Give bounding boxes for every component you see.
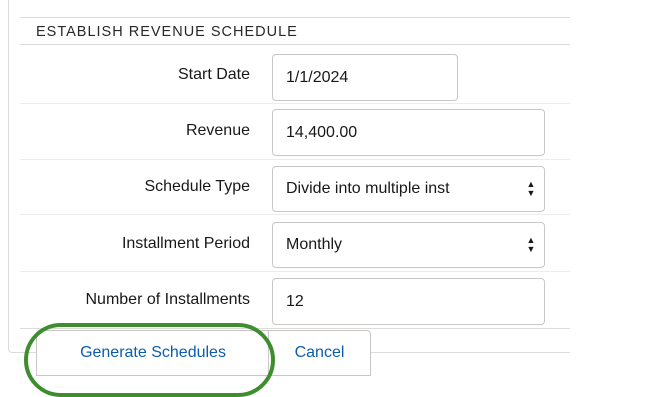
installment-period-label: Installment Period bbox=[121, 235, 250, 252]
select-stepper-icon: ▲ ▼ bbox=[526, 179, 536, 198]
revenue-label: Revenue bbox=[185, 122, 250, 139]
row-divider bbox=[20, 103, 570, 104]
top-divider bbox=[20, 17, 570, 18]
select-stepper-icon: ▲ ▼ bbox=[526, 235, 536, 254]
installment-period-select[interactable]: Monthly ▲ ▼ bbox=[272, 222, 545, 268]
footer-divider bbox=[20, 328, 570, 329]
row-divider bbox=[20, 214, 570, 215]
start-date-label: Start Date bbox=[177, 66, 250, 83]
number-of-installments-value: 12 bbox=[286, 292, 304, 310]
number-of-installments-label: Number of Installments bbox=[85, 291, 250, 308]
start-date-value: 1/1/2024 bbox=[286, 68, 349, 86]
row-divider bbox=[20, 271, 570, 272]
number-of-installments-input[interactable]: 12 bbox=[272, 278, 545, 325]
revenue-value: 14,400.00 bbox=[286, 123, 358, 141]
section-title: ESTABLISH REVENUE SCHEDULE bbox=[36, 24, 298, 40]
cancel-button[interactable]: Cancel bbox=[268, 330, 371, 376]
header-divider bbox=[20, 44, 570, 45]
installment-period-value: Monthly bbox=[286, 236, 343, 253]
schedule-type-value: Divide into multiple inst bbox=[286, 180, 450, 197]
schedule-type-select[interactable]: Divide into multiple inst ▲ ▼ bbox=[272, 166, 545, 212]
schedule-type-label: Schedule Type bbox=[144, 178, 250, 195]
revenue-input[interactable]: 14,400.00 bbox=[272, 109, 545, 156]
start-date-input[interactable]: 1/1/2024 bbox=[272, 54, 458, 101]
generate-schedules-button[interactable]: Generate Schedules bbox=[36, 330, 269, 376]
row-divider bbox=[20, 159, 570, 160]
